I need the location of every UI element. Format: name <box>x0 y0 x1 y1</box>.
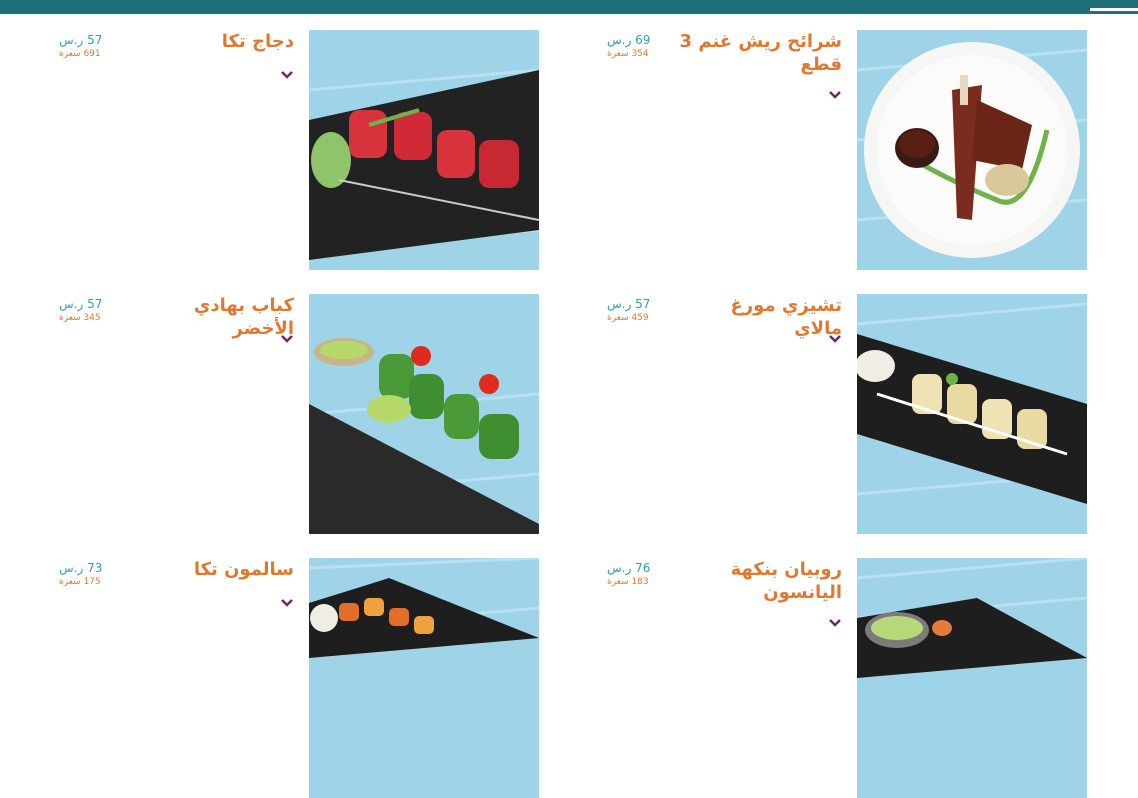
item-price: 69 ر.س <box>607 33 651 47</box>
menu-item-card[interactable]: شرائح ريش غنم 3 قطع 69 ر.س 354 سعرة <box>607 30 1087 270</box>
item-name[interactable]: تشيزي مورغ مالاي <box>677 294 842 340</box>
price-block: 57 ر.س 345 سعرة <box>59 296 119 324</box>
salmon-tikka-photo[interactable] <box>309 558 539 798</box>
green-kebab-photo[interactable] <box>309 294 539 534</box>
chevron-down-icon[interactable] <box>280 334 294 344</box>
lamb-chops-photo[interactable] <box>857 30 1087 270</box>
murgh-malai-photo[interactable] <box>857 294 1087 534</box>
price-block: 73 ر.س 175 سعرة <box>59 560 119 588</box>
menu-item-card[interactable]: سالمون تكا 73 ر.س 175 سعرة <box>59 558 539 798</box>
item-name[interactable]: روبيان بنكهة اليانسون <box>677 558 842 604</box>
chevron-down-icon[interactable] <box>280 598 294 608</box>
shrimp-photo[interactable] <box>857 558 1087 798</box>
chevron-down-icon[interactable] <box>828 90 842 100</box>
menu-item-card[interactable]: كباب بهادي الأخضر 57 ر.س 345 سعرة <box>59 294 539 534</box>
price-block: 76 ر.س 183 سعرة <box>607 560 667 588</box>
item-calories: 183 سعرة <box>607 577 649 587</box>
item-calories: 345 سعرة <box>59 313 101 323</box>
chevron-down-icon[interactable] <box>828 334 842 344</box>
menu-item-card[interactable]: تشيزي مورغ مالاي 57 ر.س 459 سعرة <box>607 294 1087 534</box>
item-price: 57 ر.س <box>59 297 103 311</box>
menu-item-card[interactable]: روبيان بنكهة اليانسون 76 ر.س 183 سعرة <box>607 558 1087 798</box>
item-calories: 175 سعرة <box>59 577 101 587</box>
item-price: 73 ر.س <box>59 561 103 575</box>
item-price: 57 ر.س <box>607 297 651 311</box>
item-calories: 459 سعرة <box>607 313 649 323</box>
chevron-down-icon[interactable] <box>828 618 842 628</box>
item-calories: 354 سعرة <box>607 49 649 59</box>
price-block: 57 ر.س 691 سعرة <box>59 32 119 60</box>
top-bar <box>0 0 1138 14</box>
chevron-down-icon[interactable] <box>280 70 294 80</box>
chicken-tikka-photo[interactable] <box>309 30 539 270</box>
item-price: 57 ر.س <box>59 33 103 47</box>
price-block: 69 ر.س 354 سعرة <box>607 32 667 60</box>
menu-item-card[interactable]: دجاج تكا 57 ر.س 691 سعرة <box>59 30 539 270</box>
item-name[interactable]: كباب بهادي الأخضر <box>129 294 294 340</box>
price-block: 57 ر.س 459 سعرة <box>607 296 667 324</box>
item-price: 76 ر.س <box>607 561 651 575</box>
item-name[interactable]: سالمون تكا <box>129 558 294 581</box>
item-name[interactable]: شرائح ريش غنم 3 قطع <box>677 30 842 76</box>
top-bar-accent <box>1090 8 1138 11</box>
item-name[interactable]: دجاج تكا <box>129 30 294 53</box>
item-calories: 691 سعرة <box>59 49 101 59</box>
